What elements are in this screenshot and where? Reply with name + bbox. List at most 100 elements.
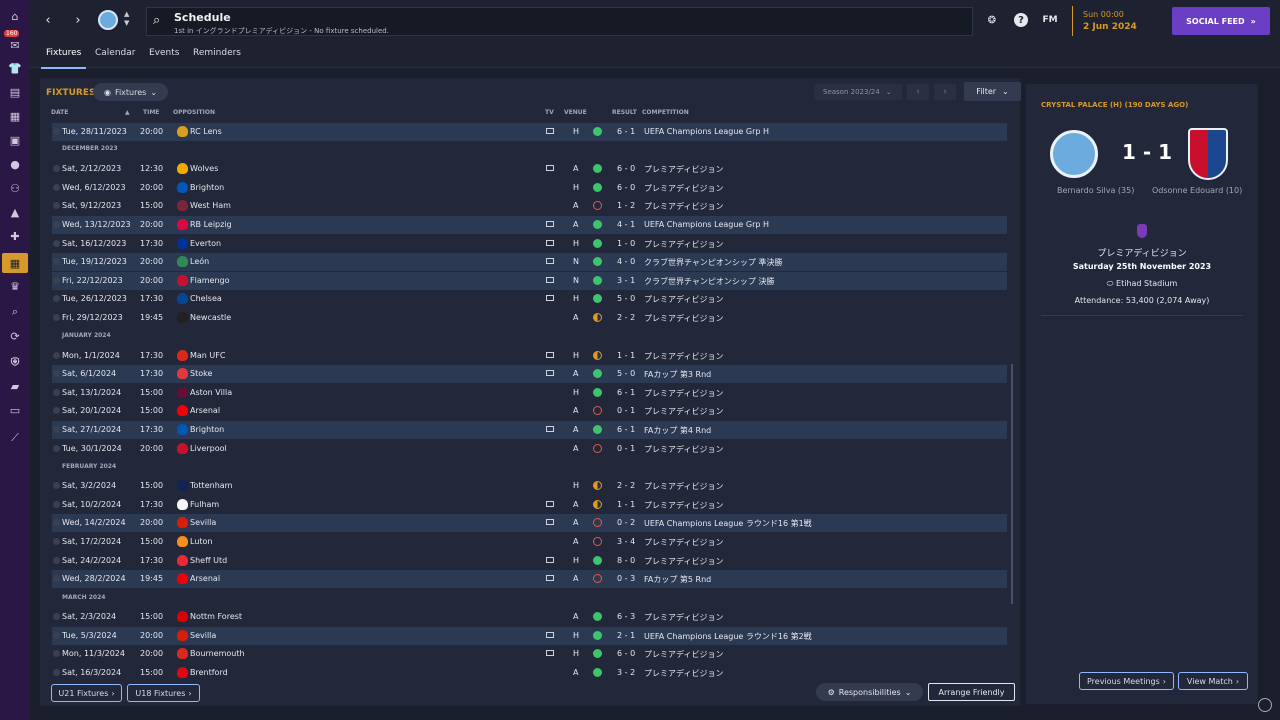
table-row[interactable]: Tue, 19/12/2023 20:00 León N 4 - 0 クラブ世界チャンピオ… [52,253,1007,271]
data-hub-icon[interactable]: ▦ [6,108,24,124]
fixture-competition[interactable]: プレミアディビジョン [644,444,723,455]
scrollbar[interactable] [1011,364,1013,604]
fixture-competition[interactable]: UEFA Champions League Grp H [644,127,769,136]
social-feed-button[interactable]: SOCIAL FEED » [1172,7,1270,35]
finances-icon[interactable]: ▰ [6,378,24,394]
fixtures-view-dropdown[interactable]: ◉ Fixtures ⌄ [93,83,168,101]
fixture-score[interactable]: 1 - 1 [617,351,635,360]
opponent-name[interactable]: Arsenal [190,406,220,415]
col-competition[interactable]: COMPETITION [642,109,689,116]
help-icon[interactable]: ? [1014,13,1028,27]
fixture-competition[interactable]: プレミアディビジョン [644,201,723,212]
fixture-competition[interactable]: プレミアディビジョン [644,406,723,417]
tactics-icon[interactable]: ▤ [6,84,24,100]
opponent-name[interactable]: Stoke [190,369,212,378]
responsibilities-button[interactable]: ⚙ Responsibilities ⌄ [816,683,923,701]
fixture-score[interactable]: 2 - 1 [617,631,635,640]
fixture-score[interactable]: 1 - 0 [617,239,635,248]
opponent-name[interactable]: Sheff Utd [190,556,227,565]
opponent-name[interactable]: Bournemouth [190,649,245,658]
opponent-name[interactable]: León [190,257,209,266]
opponent-name[interactable]: Chelsea [190,294,222,303]
fixture-score[interactable]: 0 - 1 [617,444,635,453]
tab-calendar[interactable]: Calendar [95,48,135,58]
filter-button[interactable]: Filter ⌄ [964,82,1021,101]
u21-fixtures-button[interactable]: U21 Fixtures › [51,684,122,702]
table-row[interactable]: Sat, 3/2/2024 15:00 Tottenham H 2 - 2 プレミアディビ… [52,477,1007,495]
fixture-score[interactable]: 3 - 4 [617,537,635,546]
fixture-score[interactable]: 5 - 0 [617,369,635,378]
opponent-name[interactable]: Arsenal [190,574,220,583]
fixture-score[interactable]: 6 - 0 [617,164,635,173]
training-icon[interactable]: ⚇ [6,180,24,196]
opponent-name[interactable]: Tottenham [190,481,232,490]
table-row[interactable]: Mon, 1/1/2024 17:30 Man UFC H 1 - 1 プレミアディビジョ… [52,347,1007,365]
fixture-competition[interactable]: プレミアディビジョン [644,164,723,175]
fixture-competition[interactable]: プレミアディビジョン [644,537,723,548]
fixture-score[interactable]: 6 - 1 [617,425,635,434]
previous-season-button[interactable]: ‹ [907,84,929,100]
table-row[interactable]: Fri, 22/12/2023 20:00 Flamengo N 3 - 1 クラブ世界チ… [52,272,1007,290]
fixture-competition[interactable]: プレミアディビジョン [644,556,723,567]
search-bar[interactable]: ⌕ Schedule 1st in イングランドプレミアディビジョン - No … [146,7,973,36]
fixture-competition[interactable]: プレミアディビジョン [644,183,723,194]
col-date[interactable]: DATE [51,109,68,116]
table-row[interactable]: Sat, 9/12/2023 15:00 West Ham A 1 - 2 プレミアディビ… [52,197,1007,215]
opponent-name[interactable]: Aston Villa [190,388,232,397]
game-date[interactable]: Sun 00:00 2 Jun 2024 [1072,6,1166,36]
table-row[interactable]: Sat, 27/1/2024 17:30 Brighton A 6 - 1 FAカップ 第… [52,421,1007,439]
col-venue[interactable]: VENUE [564,109,587,116]
fixture-competition[interactable]: クラブ世界チャンピオンシップ 決勝 [644,276,774,287]
fixture-competition[interactable]: FAカップ 第4 Rnd [644,425,711,436]
table-row[interactable]: Wed, 28/2/2024 19:45 Arsenal A 0 - 3 FAカップ 第5… [52,570,1007,588]
fixture-competition[interactable]: クラブ世界チャンピオンシップ 準決勝 [644,257,782,268]
table-row[interactable]: Fri, 29/12/2023 19:45 Newcastle A 2 - 2 プレミアデ… [52,309,1007,327]
table-row[interactable]: Tue, 30/1/2024 20:00 Liverpool A 0 - 1 プレミアディ… [52,440,1007,458]
table-row[interactable]: Tue, 26/12/2023 17:30 Chelsea H 5 - 0 プレミアディビ… [52,290,1007,308]
club-switch-icon[interactable]: ▲ ▼ [124,10,129,28]
fixture-score[interactable]: 3 - 2 [617,668,635,677]
table-row[interactable]: Sat, 2/3/2024 15:00 Nottm Forest A 6 - 3 プレミア… [52,608,1007,626]
fixture-score[interactable]: 0 - 2 [617,518,635,527]
fixture-competition[interactable]: プレミアディビジョン [644,294,723,305]
scouting-icon[interactable]: ⌕ [6,304,24,320]
report-icon[interactable]: ⟋ [6,430,24,446]
previous-meetings-button[interactable]: Previous Meetings › [1079,672,1174,690]
opponent-name[interactable]: Fulham [190,500,219,509]
search-icon[interactable]: ⌕ [153,13,160,28]
fixture-score[interactable]: 4 - 0 [617,257,635,266]
table-row[interactable]: Wed, 14/2/2024 20:00 Sevilla A 0 - 2 UEFA Cha… [52,514,1007,532]
u18-fixtures-button[interactable]: U18 Fixtures › [127,684,200,702]
home-club-crest-icon[interactable] [1050,130,1098,178]
chat-icon[interactable] [1258,698,1272,712]
opponent-name[interactable]: West Ham [190,201,231,210]
fixture-competition[interactable]: FAカップ 第5 Rnd [644,574,711,585]
staff-icon[interactable]: ● [6,156,24,172]
fm-menu-button[interactable]: FM [1042,13,1058,27]
table-row[interactable]: Sat, 16/12/2023 17:30 Everton H 1 - 0 プレミアディビ… [52,235,1007,253]
tab-events[interactable]: Events [149,48,179,58]
medical-icon[interactable]: ▲ [6,204,24,220]
club-info-icon[interactable]: ⛨ [6,355,24,371]
fixture-score[interactable]: 4 - 1 [617,220,635,229]
table-row[interactable]: Mon, 11/3/2024 20:00 Bournemouth H 6 - 0 プレミア… [52,645,1007,663]
fixture-competition[interactable]: プレミアディビジョン [644,481,723,492]
col-result[interactable]: RESULT [612,109,637,116]
table-row[interactable]: Sat, 17/2/2024 15:00 Luton A 3 - 4 プレミアディビジョン [52,533,1007,551]
opponent-name[interactable]: Newcastle [190,313,231,322]
transfers-icon[interactable]: ⟳ [6,328,24,344]
fixture-score[interactable]: 0 - 3 [617,574,635,583]
fixture-competition[interactable]: プレミアディビジョン [644,612,723,623]
table-row[interactable]: Sat, 10/2/2024 17:30 Fulham A 1 - 1 プレミアディビジョ… [52,496,1007,514]
dynamics-icon[interactable]: ▣ [6,132,24,148]
table-row[interactable]: Sat, 20/1/2024 15:00 Arsenal A 0 - 1 プレミアディビジ… [52,402,1007,420]
fixture-competition[interactable]: プレミアディビジョン [644,313,723,324]
dev-centre-icon[interactable]: ▭ [6,402,24,418]
fixture-score[interactable]: 1 - 1 [617,500,635,509]
table-row[interactable]: Sat, 2/12/2023 12:30 Wolves A 6 - 0 プレミアディビジョ… [52,160,1007,178]
fixture-competition[interactable]: FAカップ 第3 Rnd [644,369,711,380]
competitions-trophy-icon[interactable]: ♛ [6,278,24,294]
fixture-competition[interactable]: プレミアディビジョン [644,388,723,399]
fixture-score[interactable]: 6 - 1 [617,388,635,397]
view-match-button[interactable]: View Match › [1178,672,1248,690]
